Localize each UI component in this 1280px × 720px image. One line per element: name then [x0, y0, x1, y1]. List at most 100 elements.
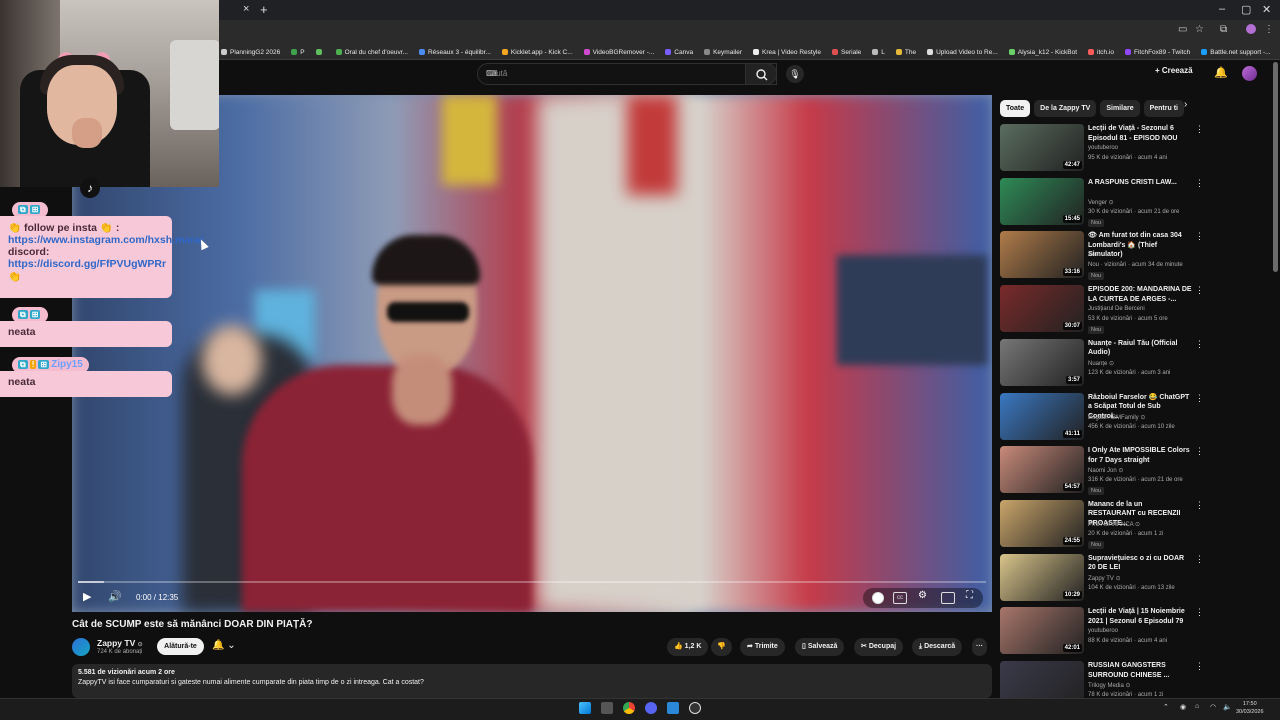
chrome-icon[interactable] [623, 702, 635, 714]
bookmark-item[interactable]: Oral du chef d'oeuvr... [335, 43, 408, 59]
network-icon[interactable]: ⌂ [1195, 703, 1199, 710]
more-options-icon[interactable]: ⋮ [1195, 393, 1204, 404]
video-thumbnail[interactable]: 30:07 [1000, 285, 1084, 333]
recommended-channel[interactable]: Bogdan IBMFamily ⊙ [1088, 414, 1145, 421]
more-options-icon[interactable]: ⋮ [1195, 178, 1204, 189]
recommended-channel[interactable]: PINK MANANCA ⊙ [1088, 521, 1140, 528]
recommended-title[interactable]: EPISODE 200: MANDARINA DE LA CURTEA DE A… [1088, 285, 1192, 304]
channel-avatar[interactable] [72, 638, 90, 656]
more-options-icon[interactable]: ⋮ [1195, 446, 1204, 457]
filter-chip[interactable]: Toate [1000, 100, 1031, 117]
new-tab-button[interactable]: + [260, 2, 268, 17]
chevron-right-icon[interactable]: › [1184, 99, 1187, 110]
recommended-channel[interactable]: youtuberoo [1088, 145, 1118, 151]
obs-icon[interactable] [689, 702, 701, 714]
play-button[interactable]: ▶ [83, 590, 91, 603]
maximize-icon[interactable]: ▢ [1241, 3, 1251, 16]
recommended-title[interactable]: Lecții de Viață | 15 Noiembrie 2021 | Se… [1088, 607, 1192, 626]
bookmark-item[interactable]: Réseaux 3 - équilibr... [418, 43, 491, 59]
menu-icon[interactable]: ⋮ [1264, 24, 1274, 35]
like-button[interactable]: 👍 1,2 K [667, 638, 709, 656]
microphone-icon[interactable]: 🎙 [786, 65, 804, 83]
volume-icon[interactable]: 🔊 [108, 590, 122, 603]
video-thumbnail[interactable]: 41:11 [1000, 392, 1084, 440]
bookmark-item[interactable]: Alysia_k12 - KickBot [1008, 43, 1077, 59]
recommended-title[interactable]: I Only Ate IMPOSSIBLE Colors for 7 Days … [1088, 446, 1192, 465]
join-button[interactable]: Alătură-te [157, 638, 204, 655]
recommended-channel[interactable]: Nuanțe ⊙ [1088, 360, 1114, 367]
more-options-icon[interactable]: ⋮ [1195, 124, 1204, 135]
close-tab-icon[interactable]: × [243, 3, 249, 15]
cast-icon[interactable]: ▭ [1178, 24, 1187, 35]
settings-icon[interactable]: ⚙ [918, 590, 927, 601]
bookmark-item[interactable]: Battle.net support -... [1201, 43, 1271, 59]
miniplayer-icon[interactable] [941, 592, 955, 604]
bookmark-item[interactable]: Kicklet.app - Kick C... [501, 43, 573, 59]
recommended-channel[interactable]: Aïn [1088, 252, 1097, 258]
bookmark-item[interactable]: L [872, 43, 885, 59]
more-options-icon[interactable]: ⋮ [1195, 554, 1204, 565]
description-box[interactable]: 5.581 de vizionări acum 2 ore ZappyTV is… [72, 664, 992, 698]
recommended-channel[interactable]: youtuberoo [1088, 628, 1118, 634]
recommended-title[interactable]: Supraviețuiesc o zi cu DOAR 20 DE LEI [1088, 554, 1192, 573]
recommended-channel[interactable]: Trilogy Media ⊙ [1088, 682, 1130, 689]
subscription-bell-icon[interactable]: 🔔 ⌄ [212, 640, 236, 651]
profile-icon[interactable] [1246, 24, 1256, 34]
filter-chip[interactable]: De la Zappy TV [1034, 100, 1097, 117]
recommended-channel[interactable]: Venger ⊙ [1088, 199, 1114, 206]
bookmark-item[interactable]: Keymailer [704, 43, 742, 59]
recommended-title[interactable]: Lecții de Viață - Sezonul 6 Episodul 81 … [1088, 124, 1192, 143]
subtitles-icon[interactable]: cc [893, 592, 907, 604]
wifi-icon[interactable]: ◠ [1210, 703, 1216, 711]
more-options-icon[interactable]: ⋮ [1195, 607, 1204, 618]
autoplay-toggle[interactable] [872, 592, 884, 604]
create-button[interactable]: + Creează [1155, 66, 1193, 75]
app-icon[interactable] [667, 702, 679, 714]
recommended-video[interactable]: 30:07 EPISODE 200: MANDARINA DE LA CURTEA… [1000, 285, 1265, 335]
recommended-title[interactable]: 👁 Am furat tot din casa 304 Lombardi's 🏠… [1088, 231, 1192, 260]
minimize-icon[interactable]: – [1219, 3, 1225, 15]
windows-start-icon[interactable] [579, 702, 591, 714]
taskbar-clock[interactable]: 17:50 30/03/2026 [1236, 700, 1264, 716]
fullscreen-icon[interactable]: ⛶ [966, 590, 973, 601]
video-thumbnail[interactable]: 42:47 [1000, 124, 1084, 171]
bookmark-item[interactable]: VideoBGRemover -... [583, 43, 654, 59]
extensions-icon[interactable]: ⧉ [1220, 24, 1227, 35]
video-thumbnail[interactable]: 3:57 [1000, 338, 1084, 386]
recommended-video[interactable]: 15:45 A RASPUNS CRISTI LAW... Venger ⊙ 30 K… [1000, 177, 1265, 228]
recommended-title[interactable]: Nuanțe - Raiul Tău (Official Audio) [1088, 339, 1192, 358]
chat-link[interactable]: https://www.instagram.com/hxsh.mara/ [8, 234, 203, 246]
bookmark-item[interactable]: PlanningG2 2026 [221, 43, 280, 59]
video-thumbnail[interactable]: 33:16 [1000, 231, 1084, 279]
recommended-title[interactable]: RUSSIAN GANGSTERS SURROUND CHINESE ... [1088, 661, 1192, 680]
bookmark-item[interactable]: P [291, 43, 305, 59]
tray-app-icon[interactable]: ◉ [1180, 703, 1186, 711]
discord-icon[interactable] [645, 702, 657, 714]
bookmark-item[interactable]: Krea | Video Restyle [753, 43, 821, 59]
recommended-video[interactable]: 10:29 Supraviețuiesc o zi cu DOAR 20 DE L… [1000, 553, 1265, 604]
bookmark-item[interactable]: Seriale [832, 43, 861, 59]
recommended-channel[interactable]: Justițiarul De Berceni [1088, 306, 1145, 312]
tray-chevron-icon[interactable]: ⌃ [1163, 703, 1169, 711]
filter-chip[interactable]: Similare [1100, 100, 1140, 117]
video-thumbnail[interactable]: 10:29 [1000, 553, 1084, 601]
recommended-video[interactable]: 41:11 Războiul Farselor 😂 ChatGPT a Scăpa… [1000, 392, 1265, 443]
more-options-icon[interactable]: ⋮ [1195, 231, 1204, 242]
keyboard-icon[interactable]: ⌨ [486, 69, 742, 78]
recommended-video[interactable]: 33:16 👁 Am furat tot din casa 304 Lombard… [1000, 231, 1265, 281]
recommended-channel[interactable]: Naomi Jon ⊙ [1088, 467, 1123, 474]
chat-link[interactable]: https://discord.gg/FfPVUgWPRr [8, 258, 166, 270]
search-input[interactable]: Caută ⌨ [477, 63, 777, 85]
more-options-icon[interactable]: ⋮ [1195, 339, 1204, 350]
bookmark-item[interactable] [315, 43, 325, 59]
video-thumbnail[interactable]: 15:45 [1000, 177, 1084, 225]
scrollbar[interactable] [1273, 62, 1278, 272]
user-avatar[interactable] [1242, 66, 1257, 81]
bookmark-item[interactable]: The [895, 43, 916, 59]
video-thumbnail[interactable]: 24:55 [1000, 499, 1084, 547]
notifications-icon[interactable]: 🔔 [1214, 66, 1228, 79]
bookmark-item[interactable]: Upload Video to Re... [927, 43, 998, 59]
search-button[interactable] [745, 63, 777, 85]
save-button[interactable]: ▯ Salvează [795, 638, 845, 656]
recommended-video[interactable]: 42:01 Lecții de Viață | 15 Noiembrie 2021… [1000, 607, 1265, 657]
